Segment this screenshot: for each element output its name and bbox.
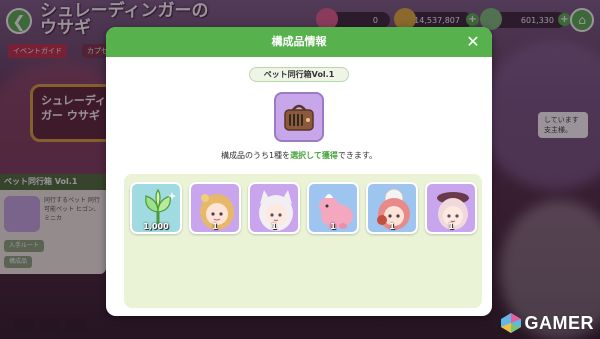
close-icon: ✕ xyxy=(466,32,480,51)
modal-title: 構成品情報 xyxy=(271,35,327,48)
item-card[interactable]: 1 xyxy=(425,182,477,234)
item-card[interactable]: 1 xyxy=(307,182,359,234)
pet-carrier-box xyxy=(274,92,324,142)
item-card[interactable]: 1 xyxy=(366,182,418,234)
item-card[interactable]: 1 xyxy=(189,182,241,234)
item-count: 1 xyxy=(389,222,395,231)
instruction-text: 構成品のうち1種を選択して獲得できます。 xyxy=(220,151,378,160)
item-count: 1 xyxy=(330,222,336,231)
close-button[interactable]: ✕ xyxy=(464,33,482,51)
item-count: 1 xyxy=(212,222,218,231)
modal-header: 構成品情報 xyxy=(106,27,492,57)
contents-info-modal: 構成品情報 ✕ ペット同行箱Vol.1 構成品のうち1種を選択して獲得できます。 xyxy=(106,27,492,316)
items-panel: 1,000 1 1 1 1 1 xyxy=(124,174,482,308)
item-card[interactable]: 1 xyxy=(248,182,300,234)
pet-carrier-icon xyxy=(284,104,314,131)
item-card[interactable]: 1,000 xyxy=(130,182,182,234)
item-count: 1 xyxy=(271,222,277,231)
gamer-logo-icon xyxy=(500,313,521,333)
gamer-logo: GAMER xyxy=(500,311,595,335)
item-count: 1,000 xyxy=(143,222,169,231)
item-count: 1 xyxy=(448,222,454,231)
box-name-label: ペット同行箱Vol.1 xyxy=(249,67,349,82)
